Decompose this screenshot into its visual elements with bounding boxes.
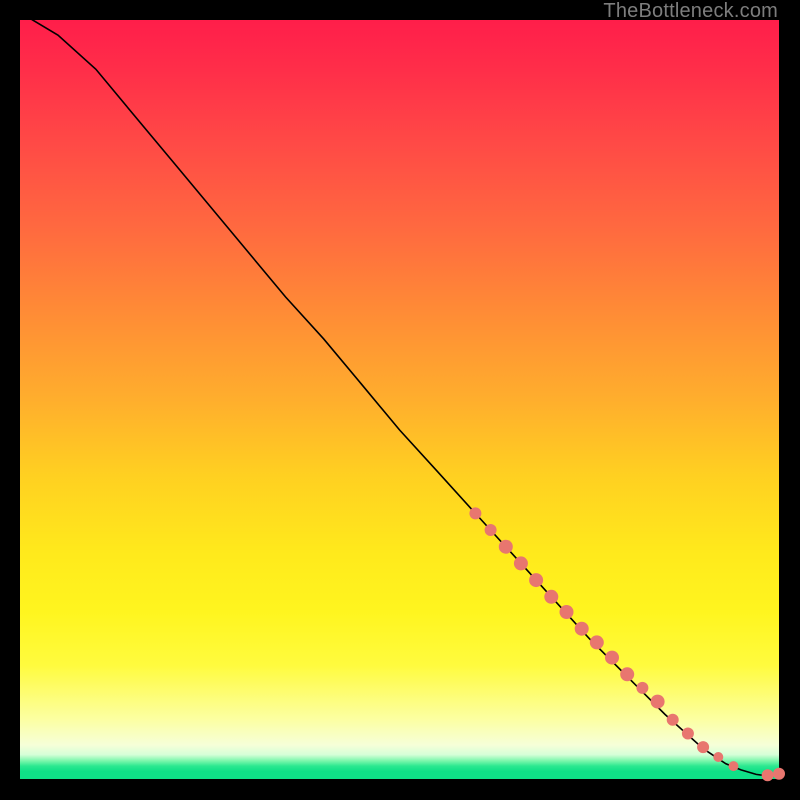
data-point <box>590 635 604 649</box>
bottleneck-curve <box>20 12 779 776</box>
data-point <box>620 667 634 681</box>
data-point <box>773 768 785 780</box>
data-point <box>560 605 574 619</box>
data-point <box>575 622 589 636</box>
data-point <box>514 556 528 570</box>
data-points <box>469 507 785 781</box>
chart-frame: TheBottleneck.com <box>0 0 800 800</box>
data-point <box>529 573 543 587</box>
data-point <box>651 695 665 709</box>
data-point <box>697 741 709 753</box>
data-point <box>762 769 774 781</box>
data-point <box>544 590 558 604</box>
data-point <box>713 752 723 762</box>
data-point <box>636 682 648 694</box>
data-point <box>485 524 497 536</box>
data-point <box>729 761 739 771</box>
data-point <box>605 651 619 665</box>
data-point <box>682 728 694 740</box>
watermark-text: TheBottleneck.com <box>603 0 778 23</box>
data-point <box>469 507 481 519</box>
data-point <box>667 714 679 726</box>
data-point <box>499 540 513 554</box>
chart-overlay <box>20 20 779 779</box>
plot-area <box>20 20 779 779</box>
